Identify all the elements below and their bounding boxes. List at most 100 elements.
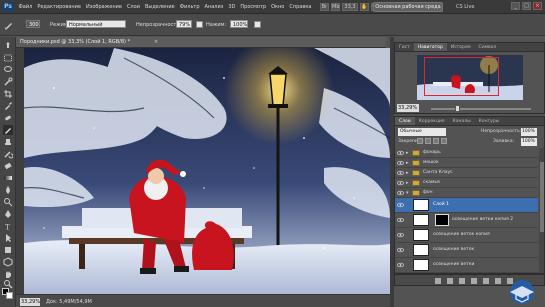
hand-icon[interactable]: ✋ bbox=[360, 3, 369, 11]
minimize-icon[interactable]: _ bbox=[511, 2, 520, 10]
gradient-tool-icon[interactable] bbox=[3, 173, 13, 183]
3d-rotate-tool-icon[interactable] bbox=[3, 257, 13, 267]
navigator-zoom-slider[interactable] bbox=[431, 108, 531, 110]
quick-selection-tool-icon[interactable] bbox=[3, 77, 13, 87]
blend-mode-select[interactable]: Обычные bbox=[398, 128, 446, 136]
maximize-icon[interactable]: □ bbox=[522, 2, 531, 10]
lock-pixels-icon[interactable] bbox=[425, 138, 431, 144]
layer-group-row[interactable]: ▸ скамья bbox=[395, 178, 538, 188]
layers-scrollbar[interactable] bbox=[539, 148, 544, 273]
eraser-tool-icon[interactable] bbox=[3, 161, 13, 171]
canvas-area[interactable] bbox=[16, 48, 390, 294]
layer-thumbnail[interactable] bbox=[413, 259, 429, 271]
fill-field[interactable]: 100% bbox=[521, 138, 537, 146]
mode-select[interactable]: Нормальный bbox=[66, 20, 126, 28]
layer-row[interactable]: освещение ветки bbox=[395, 258, 538, 273]
pressure-field[interactable]: 100% bbox=[230, 20, 248, 28]
history-brush-tool-icon[interactable] bbox=[3, 149, 14, 159]
marquee-tool-icon[interactable] bbox=[3, 53, 13, 63]
document-tab[interactable]: Породники.psd @ 33,3% (Слой 1, RGB/8) * … bbox=[16, 37, 386, 48]
layers-tab[interactable]: Слои bbox=[395, 117, 415, 125]
clone-stamp-tool-icon[interactable] bbox=[3, 137, 13, 147]
layer-row[interactable]: освещение веток bbox=[395, 243, 538, 258]
visibility-eye-icon[interactable] bbox=[397, 247, 404, 253]
navigator-view-frame[interactable] bbox=[424, 57, 499, 96]
menu-item[interactable]: Слои bbox=[124, 4, 142, 10]
brush-tool-preset-icon[interactable] bbox=[4, 20, 14, 30]
menu-item[interactable]: Файл bbox=[16, 4, 35, 10]
layer-group-row[interactable]: ▸ Санта Клаус bbox=[395, 168, 538, 178]
layer-mask-thumbnail[interactable] bbox=[435, 214, 449, 226]
visibility-eye-icon[interactable] bbox=[397, 232, 404, 238]
close-icon[interactable]: × bbox=[533, 2, 542, 10]
navigator-tab[interactable]: История bbox=[447, 43, 475, 51]
blur-tool-icon[interactable] bbox=[3, 185, 13, 195]
layer-row[interactable]: освещение веток копия bbox=[395, 228, 538, 243]
path-selection-tool-icon[interactable] bbox=[3, 233, 13, 243]
lock-position-icon[interactable] bbox=[433, 138, 439, 144]
document-info[interactable]: Док: 5,49M/54,9M bbox=[46, 299, 92, 305]
dodge-tool-icon[interactable] bbox=[3, 197, 13, 207]
layers-tab[interactable]: Коррекция bbox=[415, 117, 449, 125]
layer-opacity-field[interactable]: 100% bbox=[521, 128, 537, 136]
navigator-tab[interactable]: Навигатор bbox=[413, 43, 447, 51]
crop-tool-icon[interactable] bbox=[3, 89, 13, 99]
minibridge-icon[interactable]: Mb bbox=[331, 3, 340, 11]
group-expand-icon[interactable]: ▸ bbox=[406, 180, 411, 186]
layer-group-row[interactable]: ▾ фон bbox=[395, 188, 538, 198]
visibility-eye-icon[interactable] bbox=[397, 217, 404, 223]
menu-item[interactable]: Окно bbox=[269, 4, 287, 10]
menu-item[interactable]: Выделение bbox=[142, 4, 177, 10]
layers-scrollbar-thumb[interactable] bbox=[540, 162, 544, 232]
layer-row[interactable]: Слой 1 bbox=[395, 198, 538, 213]
menu-item[interactable]: Просмотр bbox=[238, 4, 269, 10]
group-expand-icon[interactable]: ▾ bbox=[406, 190, 411, 196]
layer-group-row[interactable]: ▸ мешок bbox=[395, 158, 538, 168]
visibility-eye-icon[interactable] bbox=[397, 262, 404, 268]
menu-item[interactable]: 3D bbox=[226, 4, 238, 10]
group-expand-icon[interactable]: ▸ bbox=[406, 150, 411, 156]
navigator-zoom-knob[interactable] bbox=[455, 105, 460, 112]
eyedropper-tool-icon[interactable] bbox=[3, 101, 13, 111]
move-tool-icon[interactable] bbox=[3, 41, 13, 51]
background-color-swatch[interactable] bbox=[6, 292, 13, 299]
visibility-eye-icon[interactable] bbox=[397, 180, 404, 186]
layer-thumbnail[interactable] bbox=[413, 244, 429, 256]
visibility-eye-icon[interactable] bbox=[397, 150, 404, 156]
brush-size-field[interactable]: 300 bbox=[26, 20, 40, 28]
lasso-tool-icon[interactable] bbox=[3, 65, 13, 75]
layer-thumbnail[interactable] bbox=[413, 199, 429, 211]
brush-tool-icon[interactable] bbox=[3, 125, 13, 135]
healing-brush-tool-icon[interactable] bbox=[3, 113, 13, 123]
document-image[interactable] bbox=[24, 48, 390, 294]
visibility-eye-icon[interactable] bbox=[397, 190, 404, 196]
group-expand-icon[interactable]: ▸ bbox=[406, 160, 411, 166]
hand-tool-icon[interactable] bbox=[3, 269, 13, 279]
visibility-eye-icon[interactable] bbox=[397, 202, 404, 208]
layer-thumbnail[interactable] bbox=[413, 214, 429, 226]
visibility-eye-icon[interactable] bbox=[397, 160, 404, 166]
zoom-readout[interactable]: 33,3 bbox=[342, 3, 358, 11]
menu-item[interactable]: Справка bbox=[287, 4, 314, 10]
layers-tab[interactable]: Каналы bbox=[449, 117, 475, 125]
shape-tool-icon[interactable] bbox=[3, 245, 13, 255]
layer-thumbnail[interactable] bbox=[413, 229, 429, 241]
type-tool-icon[interactable]: T bbox=[3, 221, 13, 232]
airbrush-toggle[interactable] bbox=[254, 21, 261, 28]
pen-tool-icon[interactable] bbox=[3, 209, 13, 219]
navigator-zoom-field[interactable]: 33,29% bbox=[397, 104, 419, 112]
bridge-icon[interactable]: Br bbox=[320, 3, 329, 11]
layers-tab[interactable]: Контуры bbox=[475, 117, 504, 125]
navigator-tab[interactable]: Символ bbox=[475, 43, 501, 51]
layer-row[interactable]: освещение ветки копия 2 bbox=[395, 213, 538, 228]
menu-item[interactable]: Редактирование bbox=[35, 4, 84, 10]
navigator-tab[interactable]: Гист bbox=[395, 43, 414, 51]
lock-all-icon[interactable] bbox=[441, 138, 447, 144]
zoom-status-field[interactable]: 33,29% bbox=[20, 298, 40, 306]
opacity-pressure-toggle[interactable] bbox=[196, 21, 203, 28]
document-close-icon[interactable]: × bbox=[154, 39, 158, 45]
visibility-eye-icon[interactable] bbox=[397, 170, 404, 176]
menu-item[interactable]: Анализ bbox=[202, 4, 226, 10]
menu-item[interactable]: Фильтр bbox=[177, 4, 202, 10]
cs-live-button[interactable]: CS Live bbox=[456, 2, 474, 12]
